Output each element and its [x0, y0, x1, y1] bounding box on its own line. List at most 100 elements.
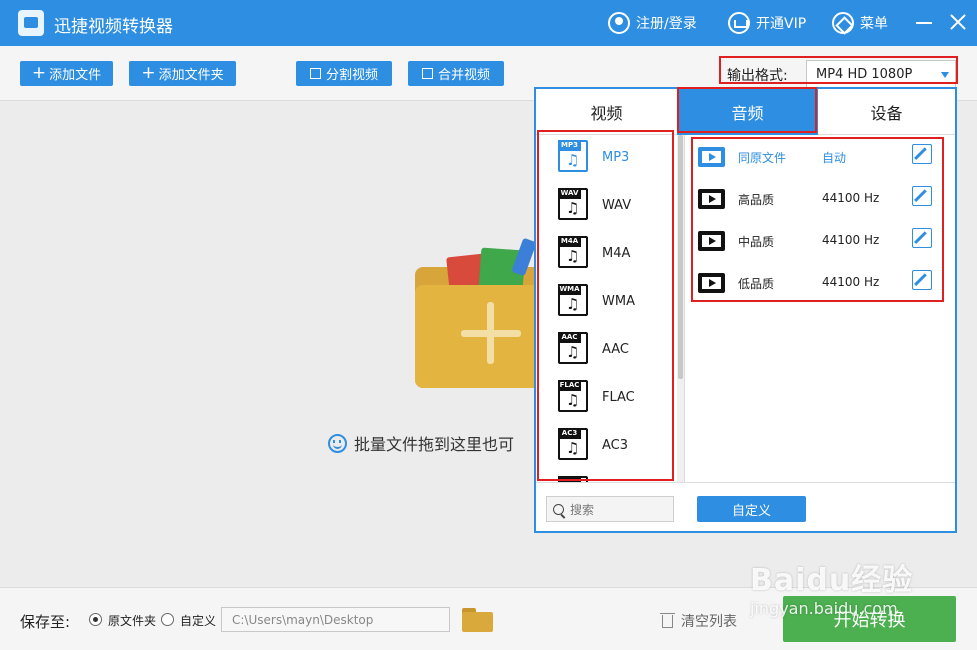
format-item-wma[interactable]: WMA ♫ WMA — [536, 281, 677, 329]
format-item-mp3[interactable]: MP3 ♫ MP3 — [536, 137, 677, 185]
smile-icon — [328, 433, 347, 453]
music-file-icon: AC3 ♫ — [558, 428, 588, 460]
format-item-partial — [536, 473, 677, 482]
app-logo-icon — [18, 10, 44, 36]
quality-value: 自动 — [822, 151, 847, 165]
format-label: MP3 — [602, 150, 630, 165]
minimize-button[interactable] — [912, 10, 936, 34]
cart-icon — [728, 12, 750, 34]
menu-button[interactable]: 菜单 — [832, 10, 888, 36]
quality-value: 44100 Hz — [822, 233, 880, 247]
clear-list-label: 清空列表 — [681, 614, 737, 630]
search-icon — [553, 503, 564, 515]
merge-video-button[interactable]: 合并视频 — [408, 61, 504, 86]
output-path-input[interactable] — [221, 607, 450, 632]
output-format-value: MP4 HD 1080P — [816, 66, 913, 82]
footer: 保存至: 原文件夹 自定义 清空列表 开始转换 — [0, 587, 977, 650]
film-icon — [698, 273, 725, 293]
split-video-label: 分割视频 — [325, 68, 378, 83]
tab-device[interactable]: 设备 — [818, 89, 955, 135]
merge-video-label: 合并视频 — [437, 68, 490, 83]
quality-value: 44100 Hz — [822, 275, 880, 289]
drop-hint: 批量文件拖到这里也可 — [328, 431, 514, 455]
radio-original-label: 原文件夹 — [108, 614, 157, 628]
music-file-icon: MP3 ♫ — [558, 140, 588, 172]
quality-name: 高品质 — [738, 193, 775, 207]
format-list-scrollbar[interactable] — [677, 135, 684, 482]
plus-icon-vertical — [487, 302, 494, 364]
vip-button[interactable]: 开通VIP — [728, 10, 806, 36]
format-search-input[interactable]: 搜索 — [546, 496, 674, 522]
panel-divider — [684, 135, 685, 482]
format-item-flac[interactable]: FLAC ♫ FLAC — [536, 377, 677, 425]
tab-video[interactable]: 视频 — [536, 89, 677, 135]
tab-audio[interactable]: 音频 — [677, 89, 818, 135]
add-file-button[interactable]: + 添加文件 — [20, 61, 113, 86]
crop-icon — [309, 68, 321, 79]
quality-row-low[interactable]: 低品质 44100 Hz — [692, 267, 942, 309]
quality-value: 44100 Hz — [822, 191, 880, 205]
film-icon — [698, 147, 725, 167]
format-label: WAV — [602, 198, 632, 213]
radio-custom[interactable] — [161, 613, 174, 626]
format-label: M4A — [602, 246, 631, 261]
menu-label: 菜单 — [860, 16, 888, 32]
vip-label: 开通VIP — [756, 16, 807, 32]
music-file-icon: M4A ♫ — [558, 236, 588, 268]
plus-icon: + — [141, 63, 156, 83]
format-panel: 视频 音频 设备 MP3 ♫ MP3 WAV ♫ WAV M4A ♫ M4A WMA ♫… — [534, 87, 957, 533]
layers-icon — [832, 12, 854, 34]
format-label: WMA — [602, 294, 635, 309]
format-item-wav[interactable]: WAV ♫ WAV — [536, 185, 677, 233]
user-icon — [608, 12, 630, 34]
title-bar: 迅捷视频转换器 注册/登录 开通VIP 菜单 — [0, 0, 977, 46]
trash-icon — [660, 612, 675, 628]
close-button[interactable] — [946, 10, 970, 34]
music-file-icon: WAV ♫ — [558, 188, 588, 220]
output-format-label: 输出格式: — [727, 68, 788, 84]
edit-icon[interactable] — [912, 228, 932, 248]
edit-icon[interactable] — [912, 186, 932, 206]
drop-hint-text: 批量文件拖到这里也可 — [354, 435, 515, 454]
quality-row-original[interactable]: 同原文件 自动 — [692, 141, 942, 183]
start-convert-button[interactable]: 开始转换 — [783, 596, 956, 642]
radio-custom-label: 自定义 — [180, 614, 217, 628]
music-file-icon: WMA ♫ — [558, 284, 588, 316]
save-to-label: 保存至: — [20, 613, 71, 631]
panel-bottom-bar: 搜索 自定义 — [536, 482, 955, 531]
radio-original-folder[interactable] — [89, 613, 102, 626]
format-label: AC3 — [602, 438, 629, 453]
quality-name: 同原文件 — [738, 151, 787, 165]
chevron-down-icon — [941, 72, 949, 78]
quality-name: 中品质 — [738, 235, 775, 249]
folder-icon-body — [462, 612, 493, 632]
format-item-ac3[interactable]: AC3 ♫ AC3 — [536, 425, 677, 473]
split-video-button[interactable]: 分割视频 — [296, 61, 392, 86]
music-file-icon: AAC ♫ — [558, 332, 588, 364]
login-button[interactable]: 注册/登录 — [608, 10, 697, 36]
quality-row-high[interactable]: 高品质 44100 Hz — [692, 183, 942, 225]
app-title: 迅捷视频转换器 — [54, 17, 173, 37]
edit-icon[interactable] — [912, 144, 932, 164]
music-file-icon: FLAC ♫ — [558, 380, 588, 412]
format-list: MP3 ♫ MP3 WAV ♫ WAV M4A ♫ M4A WMA ♫ WMA AAC ♫ — [536, 135, 677, 482]
edit-icon[interactable] — [912, 270, 932, 290]
browse-folder-button[interactable] — [462, 608, 493, 632]
merge-icon — [421, 68, 433, 79]
login-label: 注册/登录 — [636, 16, 697, 32]
film-icon — [698, 231, 725, 251]
quality-row-medium[interactable]: 中品质 44100 Hz — [692, 225, 942, 267]
format-label: AAC — [602, 342, 629, 357]
format-item-aac[interactable]: AAC ♫ AAC — [536, 329, 677, 377]
output-format-select[interactable]: MP4 HD 1080P — [806, 60, 956, 88]
format-item-m4a[interactable]: M4A ♫ M4A — [536, 233, 677, 281]
add-folder-button[interactable]: + 添加文件夹 — [129, 61, 236, 86]
scrollbar-thumb[interactable] — [678, 135, 683, 379]
add-folder-label: 添加文件夹 — [158, 68, 224, 83]
search-placeholder: 搜索 — [570, 502, 595, 517]
clear-list-button[interactable]: 清空列表 — [660, 611, 737, 631]
format-label: FLAC — [602, 390, 635, 405]
quality-name: 低品质 — [738, 277, 775, 291]
custom-format-button[interactable]: 自定义 — [697, 496, 806, 522]
add-file-label: 添加文件 — [49, 68, 102, 83]
